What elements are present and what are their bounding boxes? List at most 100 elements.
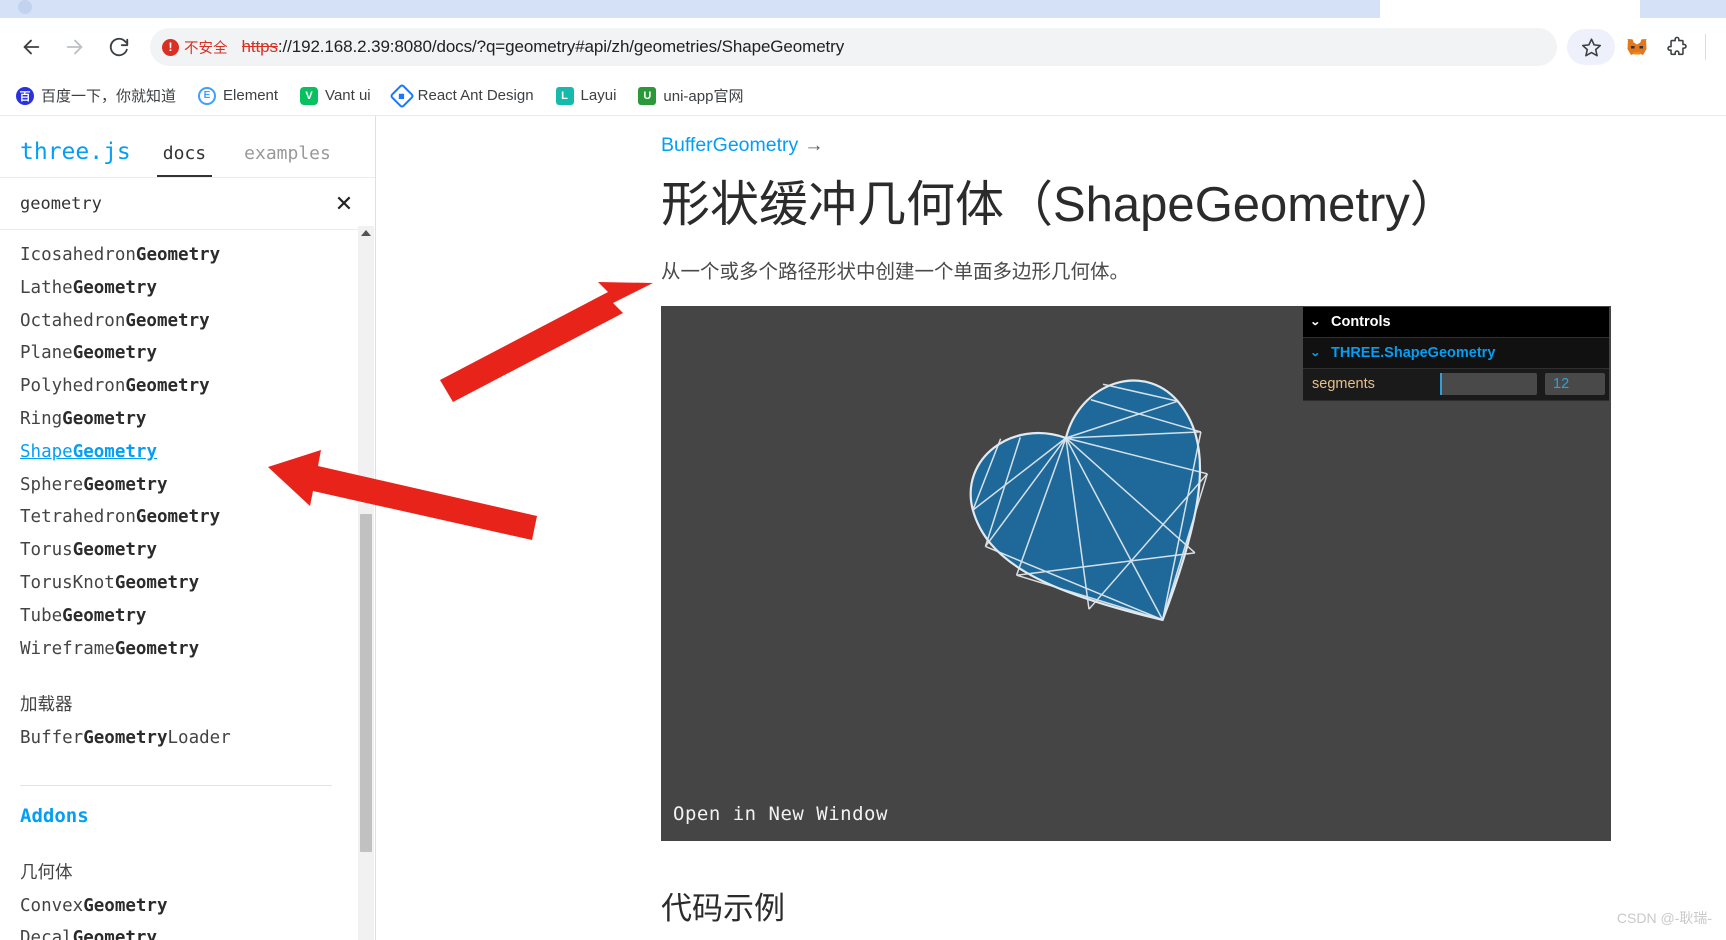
bookmark-label: React Ant Design bbox=[417, 87, 534, 104]
entry-prefix: Octahedron bbox=[20, 310, 126, 331]
entry-suffix: Geometry bbox=[114, 638, 200, 659]
open-in-new-window-link[interactable]: Open in New Window bbox=[673, 803, 888, 825]
bookmark-item[interactable]: U uni-app官网 bbox=[638, 85, 743, 106]
antd-icon: ◆ bbox=[388, 82, 415, 109]
tab-docs[interactable]: docs bbox=[156, 143, 213, 177]
sidebar-header: three.js docs examples bbox=[0, 116, 375, 178]
list-item[interactable]: DecalGeometry bbox=[20, 922, 376, 940]
entry-prefix: Ring bbox=[20, 408, 63, 429]
close-icon[interactable]: ✕ bbox=[331, 191, 357, 217]
bookmark-label: Element bbox=[223, 87, 279, 104]
reload-button[interactable] bbox=[102, 30, 136, 64]
example-viewer[interactable]: ⌄ Controls ⌄ THREE.ShapeGeometry segments … bbox=[661, 305, 1611, 841]
breadcrumb-parent-link[interactable]: BufferGeometry bbox=[661, 134, 798, 156]
entry-suffix: Geometry bbox=[135, 507, 221, 528]
entry-suffix: Geometry bbox=[72, 441, 157, 462]
segments-slider-fill bbox=[1440, 373, 1442, 396]
entry-prefix: Polyhedron bbox=[20, 376, 126, 397]
list-item[interactable]: RingGeometry bbox=[20, 403, 376, 436]
forward-button[interactable] bbox=[58, 30, 92, 64]
entry-suffix: Geometry bbox=[125, 376, 210, 397]
list-item[interactable]: ConvexGeometry bbox=[20, 890, 376, 923]
threejs-logo[interactable]: three.js bbox=[20, 139, 131, 177]
bookmarks-bar: 百 百度一下，你就知道 E Element V Vant ui ◆ React … bbox=[0, 76, 1726, 116]
security-chip[interactable]: ! 不安全 bbox=[154, 32, 238, 62]
tab-strip-gap bbox=[1380, 0, 1640, 18]
entry-prefix: Decal bbox=[20, 928, 73, 940]
sidebar-section-addons[interactable]: Addons bbox=[20, 800, 376, 833]
search-input[interactable] bbox=[20, 193, 331, 214]
dat-gui-panel[interactable]: ⌄ Controls ⌄ THREE.ShapeGeometry segments … bbox=[1303, 306, 1609, 401]
entry-prefix: Tube bbox=[20, 605, 63, 626]
security-label: 不安全 bbox=[184, 40, 228, 57]
bookmark-label: uni-app官网 bbox=[663, 88, 744, 105]
bookmark-item[interactable]: V Vant ui bbox=[300, 86, 371, 105]
bookmark-item[interactable]: E Element bbox=[198, 86, 279, 105]
chevron-down-icon[interactable]: ⌄ bbox=[1310, 315, 1326, 328]
entry-prefix: Buffer bbox=[20, 728, 84, 749]
browser-tab-secondary[interactable] bbox=[1640, 0, 1726, 18]
browser-toolbar: ! 不安全 https://192.168.2.39:8080/docs/?q=… bbox=[0, 18, 1726, 76]
omnibox[interactable]: ! 不安全 https://192.168.2.39:8080/docs/?q=… bbox=[150, 28, 1557, 66]
list-item[interactable]: PlaneGeometry bbox=[20, 337, 376, 370]
url-separator: :// bbox=[277, 37, 292, 56]
gui-folder-row[interactable]: ⌄ THREE.ShapeGeometry bbox=[1303, 337, 1609, 369]
vant-icon: V bbox=[300, 86, 319, 105]
scrollbar-thumb[interactable] bbox=[360, 514, 372, 852]
sidebar-item-shapegeometry[interactable]: ShapeGeometry bbox=[20, 436, 376, 469]
list-item[interactable]: PolyhedronGeometry bbox=[20, 370, 376, 403]
bookmark-label: 百度一下，你就知道 bbox=[41, 88, 177, 105]
entry-suffix: Geometry bbox=[72, 277, 157, 298]
bookmark-item[interactable]: L Layui bbox=[555, 86, 617, 105]
docs-content: BufferGeometry → 形状缓冲几何体（ShapeGeometry） 从… bbox=[376, 116, 1726, 940]
entry-prefix: Wireframe bbox=[20, 638, 115, 659]
address-bar-url[interactable]: https://192.168.2.39:8080/docs/?q=geomet… bbox=[242, 37, 845, 57]
entry-suffix: Geometry bbox=[114, 572, 200, 593]
chevron-down-icon[interactable]: ⌄ bbox=[1310, 346, 1326, 359]
sidebar-tabs: docs examples bbox=[156, 143, 337, 177]
bookmark-item[interactable]: 百 百度一下，你就知道 bbox=[16, 85, 176, 106]
gui-folder-label: THREE.ShapeGeometry bbox=[1331, 344, 1496, 361]
list-item[interactable]: SphereGeometry bbox=[20, 469, 376, 502]
bookmark-item[interactable]: ◆ React Ant Design bbox=[388, 82, 534, 109]
list-item[interactable]: IcosahedronGeometry bbox=[20, 239, 376, 272]
sidebar-divider bbox=[20, 784, 332, 786]
list-item[interactable]: BufferGeometryLoader bbox=[20, 722, 376, 755]
uniapp-icon: U bbox=[638, 86, 657, 105]
list-item[interactable]: TetrahedronGeometry bbox=[20, 501, 376, 534]
list-item[interactable]: TubeGeometry bbox=[20, 600, 376, 633]
entry-prefix: Tetrahedron bbox=[20, 507, 136, 528]
breadcrumb[interactable]: BufferGeometry → bbox=[661, 134, 1726, 157]
list-item[interactable]: TorusGeometry bbox=[20, 534, 376, 567]
gui-control-segments[interactable]: segments 12 bbox=[1303, 368, 1609, 400]
browser-tab-active[interactable] bbox=[0, 0, 1380, 18]
sidebar-section-geometries: 几何体 bbox=[20, 862, 73, 883]
extensions-puzzle-icon[interactable] bbox=[1659, 29, 1695, 65]
list-item[interactable]: TorusKnotGeometry bbox=[20, 567, 376, 600]
segments-slider[interactable] bbox=[1440, 373, 1537, 396]
entry-prefix: Plane bbox=[20, 343, 73, 364]
list-item[interactable]: OctahedronGeometry bbox=[20, 305, 376, 338]
list-item[interactable]: LatheGeometry bbox=[20, 272, 376, 305]
baidu-icon: 百 bbox=[16, 86, 34, 105]
bookmark-label: Layui bbox=[580, 87, 617, 104]
entry-suffix: Geometry bbox=[62, 408, 147, 429]
entry-prefix: TorusKnot bbox=[20, 572, 115, 593]
metamask-extension-icon[interactable] bbox=[1619, 29, 1655, 65]
segments-value-input[interactable]: 12 bbox=[1545, 373, 1605, 396]
entry-suffix: Geometry bbox=[72, 540, 157, 561]
docs-sidebar: three.js docs examples ✕ IcosahedronGeom… bbox=[0, 116, 376, 940]
entry-prefix: Icosahedron bbox=[20, 245, 136, 265]
entry-suffix: Geometry bbox=[72, 928, 157, 940]
toolbar-actions bbox=[1567, 29, 1712, 65]
gui-title-row[interactable]: ⌄ Controls bbox=[1303, 306, 1609, 338]
section-title-code-example: 代码示例 bbox=[661, 890, 785, 926]
back-button[interactable] bbox=[14, 30, 48, 64]
list-item[interactable]: WireframeGeometry bbox=[20, 633, 376, 666]
bookmark-star-icon[interactable] bbox=[1567, 29, 1615, 65]
sidebar-scrollbar[interactable] bbox=[358, 226, 374, 940]
page-description: 从一个或多个路径形状中创建一个单面多边形几何体。 bbox=[661, 260, 1130, 283]
scroll-up-arrow-icon[interactable] bbox=[361, 230, 371, 236]
tab-examples[interactable]: examples bbox=[238, 143, 337, 177]
url-rest: 192.168.2.39:8080/docs/?q=geometry#api/z… bbox=[291, 37, 845, 56]
